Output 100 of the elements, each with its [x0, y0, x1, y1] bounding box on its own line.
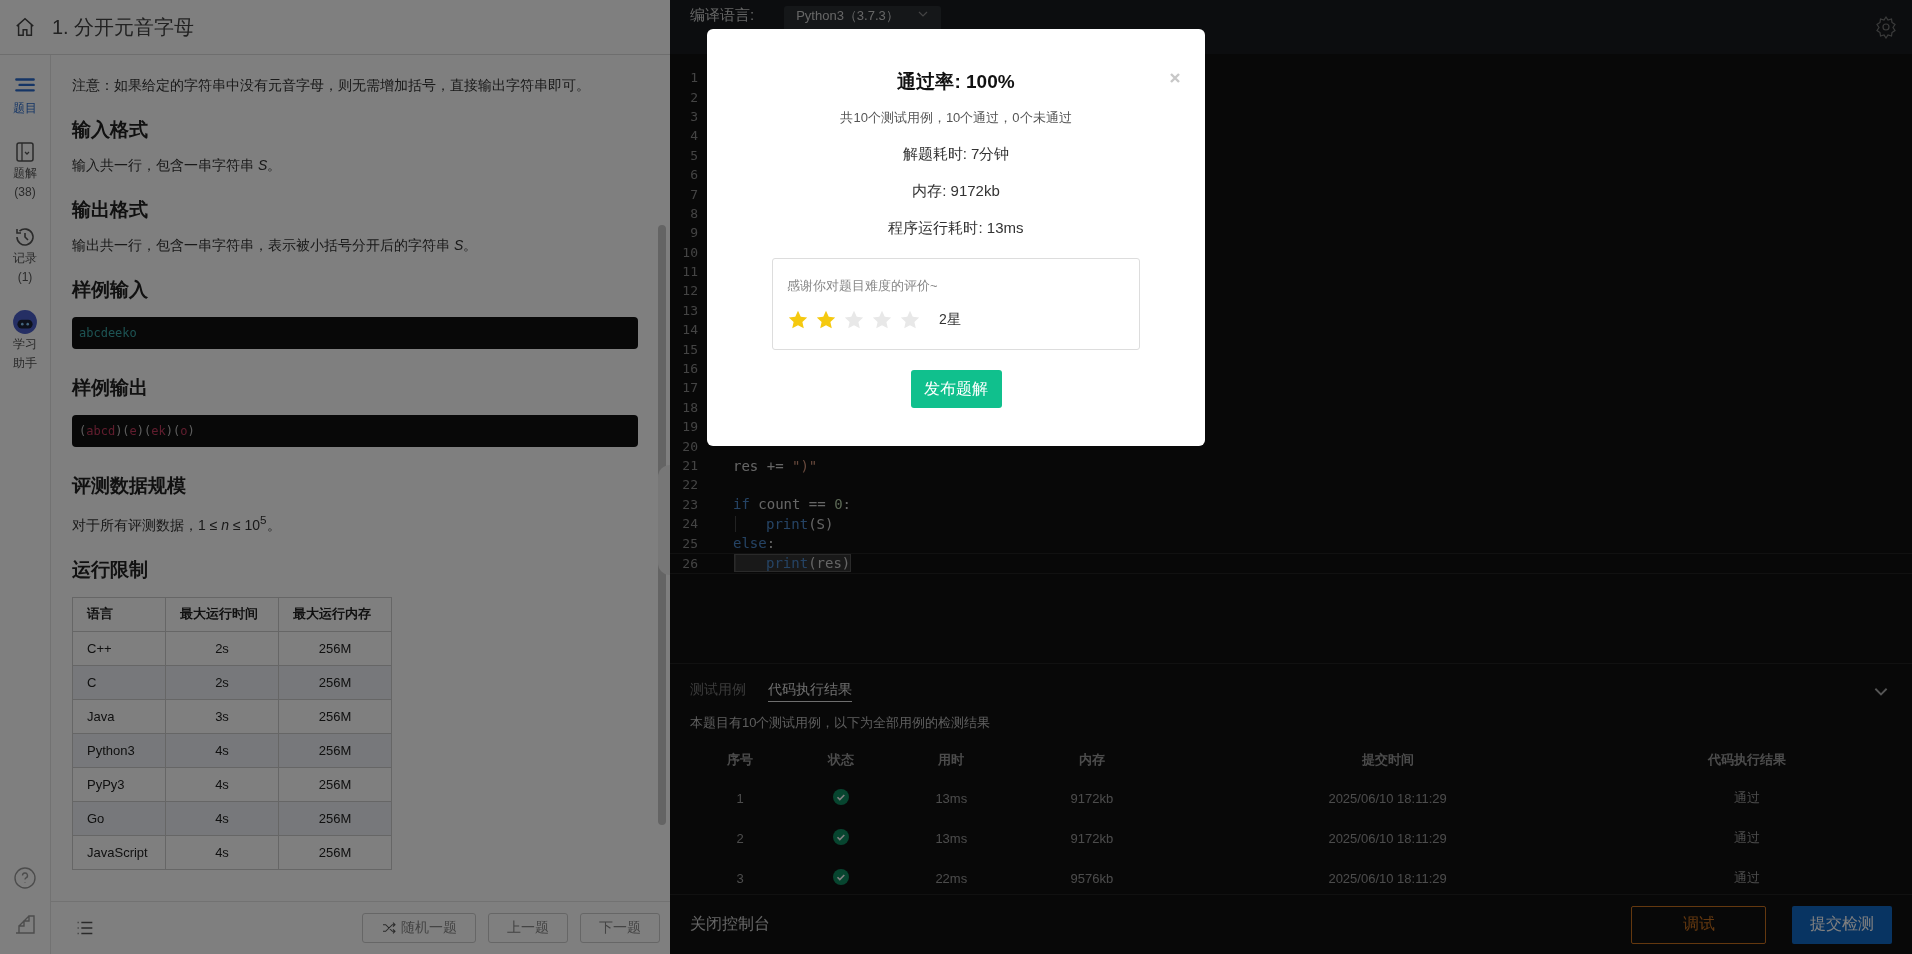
code-line: res += ")" [733, 457, 818, 474]
line-number: 10 [681, 244, 698, 260]
table-cell: 256M [278, 801, 392, 836]
robot-icon [12, 308, 38, 335]
line-number: 16 [681, 361, 698, 377]
shuffle-icon [381, 920, 397, 936]
table-header-cell-text: 内存 [1077, 751, 1106, 769]
table-header-cell: 语言 [72, 597, 166, 632]
table-cell: 256M [278, 835, 392, 870]
table-header-cell-text: 状态 [826, 751, 855, 769]
close-icon[interactable] [1169, 72, 1181, 84]
table-cell: Go [72, 801, 166, 836]
table-cell: 2025/06/10 18:11:29 [1328, 870, 1447, 886]
line-number: 17 [681, 380, 698, 396]
line-number: 14 [681, 322, 698, 338]
table-cell: 13ms [935, 790, 968, 806]
line-number: 23 [681, 496, 698, 512]
line-number: 18 [681, 399, 698, 415]
table-cell: 3s [165, 699, 279, 734]
table-cell: 3 [736, 870, 744, 886]
sidebar-item[interactable]: 题目 [5, 73, 45, 119]
table-header-cell-text: 序号 [726, 751, 755, 769]
check-circle-icon [832, 828, 849, 845]
stat-text: 解题耗时: 7分钟 [902, 145, 1010, 164]
table-cell: 2025/06/10 18:11:29 [1328, 830, 1447, 846]
star-icon[interactable] [815, 309, 837, 331]
dialog-title: 通过率: 100% [897, 70, 1015, 94]
line-number: 20 [681, 438, 698, 454]
sidebar-item[interactable]: 题解 (38) [5, 140, 45, 203]
nav-button[interactable]: 下一题 [580, 913, 660, 943]
table-cell: C [72, 665, 166, 700]
sidebar-item[interactable]: 学习助手 [5, 308, 45, 374]
close-console-link[interactable]: 关闭控制台 [690, 914, 770, 935]
paragraph: 注意：如果给定的字符串中没有元音字母，则无需增加括号，直接输出字符串即可。 [72, 77, 591, 95]
table-cell: 1 [736, 790, 744, 806]
star-icon[interactable] [787, 309, 809, 331]
table-cell: 2 [736, 830, 744, 846]
check-circle-icon [832, 868, 849, 885]
line-number: 25 [681, 535, 698, 551]
language-label: 编译语言: [690, 6, 755, 24]
table-cell: PyPy3 [72, 767, 166, 802]
line-number: 11 [681, 264, 698, 280]
stat-text: 程序运行耗时: 13ms [888, 219, 1024, 238]
section-heading: 输入格式 [72, 118, 149, 142]
line-number: 6 [689, 167, 698, 183]
debug-button[interactable]: 调试 [1631, 905, 1766, 944]
settings-icon[interactable] [1874, 15, 1898, 39]
publish-button[interactable]: 发布题解 [910, 370, 1002, 408]
table-cell: 13ms [935, 830, 968, 846]
table-header-cell-text: 用时 [937, 751, 966, 769]
table-cell: 9172kb [1070, 830, 1114, 846]
line-number: 3 [689, 108, 698, 124]
code-line: else: [733, 535, 776, 552]
stairs-chart-icon[interactable] [13, 912, 37, 936]
line-number: 26 [681, 555, 698, 571]
line-number: 13 [681, 302, 698, 318]
table-cell: 256M [278, 767, 392, 802]
collapse-handle[interactable] [658, 465, 670, 575]
sample-code-block: abcdeeko [72, 317, 638, 349]
paragraph: 输入共一行，包含一串字符串 S。 [72, 157, 283, 175]
table-header-cell-text: 提交时间 [1360, 751, 1415, 769]
table-cell: 通过 [1733, 790, 1760, 805]
sidebar-item[interactable]: 记录 (1) [5, 224, 45, 287]
line-number: 24 [681, 516, 698, 532]
line-number: 4 [689, 128, 698, 144]
table-cell: 4s [165, 767, 279, 802]
table-cell: 256M [278, 665, 392, 700]
table-cell: JavaScript [72, 835, 166, 870]
line-number: 22 [681, 477, 698, 493]
stat-text: 内存: 9172kb [912, 182, 1000, 201]
table-cell: 2025/06/10 18:11:29 [1328, 790, 1447, 806]
book-icon [13, 140, 37, 165]
paragraph: 输出共一行，包含一串字符串，表示被小括号分开后的字符串 S。 [72, 237, 479, 255]
table-cell: 9576kb [1070, 870, 1114, 886]
line-number: 9 [689, 225, 698, 241]
line-number: 15 [681, 341, 698, 357]
help-icon[interactable] [13, 866, 37, 890]
table-cell: Java [72, 699, 166, 734]
table-cell: 256M [278, 733, 392, 768]
table-header-cell: 最大运行时间 [165, 597, 279, 632]
code-line: print(S) [735, 515, 834, 532]
table-cell: 4s [165, 801, 279, 836]
table-cell: 通过 [1733, 870, 1760, 885]
sample-code-block: (abcd)(e)(ek)(o) [72, 415, 638, 447]
console-tab[interactable]: 代码执行结果 [768, 680, 852, 702]
table-cell: 22ms [935, 870, 968, 886]
line-number: 19 [681, 419, 698, 435]
check-circle-icon [832, 788, 849, 805]
nav-button[interactable]: 随机一题 [362, 913, 476, 943]
line-number: 21 [681, 458, 698, 473]
table-cell: C++ [72, 631, 166, 666]
summary-text: 本题目有10个测试用例，以下为全部用例的检测结果 [690, 714, 992, 732]
dialog-subtitle: 共10个测试用例，10个通过，0个未通过 [840, 109, 1072, 127]
table-cell: 4s [165, 835, 279, 870]
submit-button[interactable]: 提交检测 [1792, 905, 1892, 944]
problem-title: 1. 分开元音字母 [52, 14, 195, 40]
home-icon[interactable] [14, 16, 36, 38]
line-number: 8 [689, 205, 698, 221]
section-heading: 样例输入 [72, 278, 149, 302]
table-cell: 9172kb [1070, 790, 1114, 806]
